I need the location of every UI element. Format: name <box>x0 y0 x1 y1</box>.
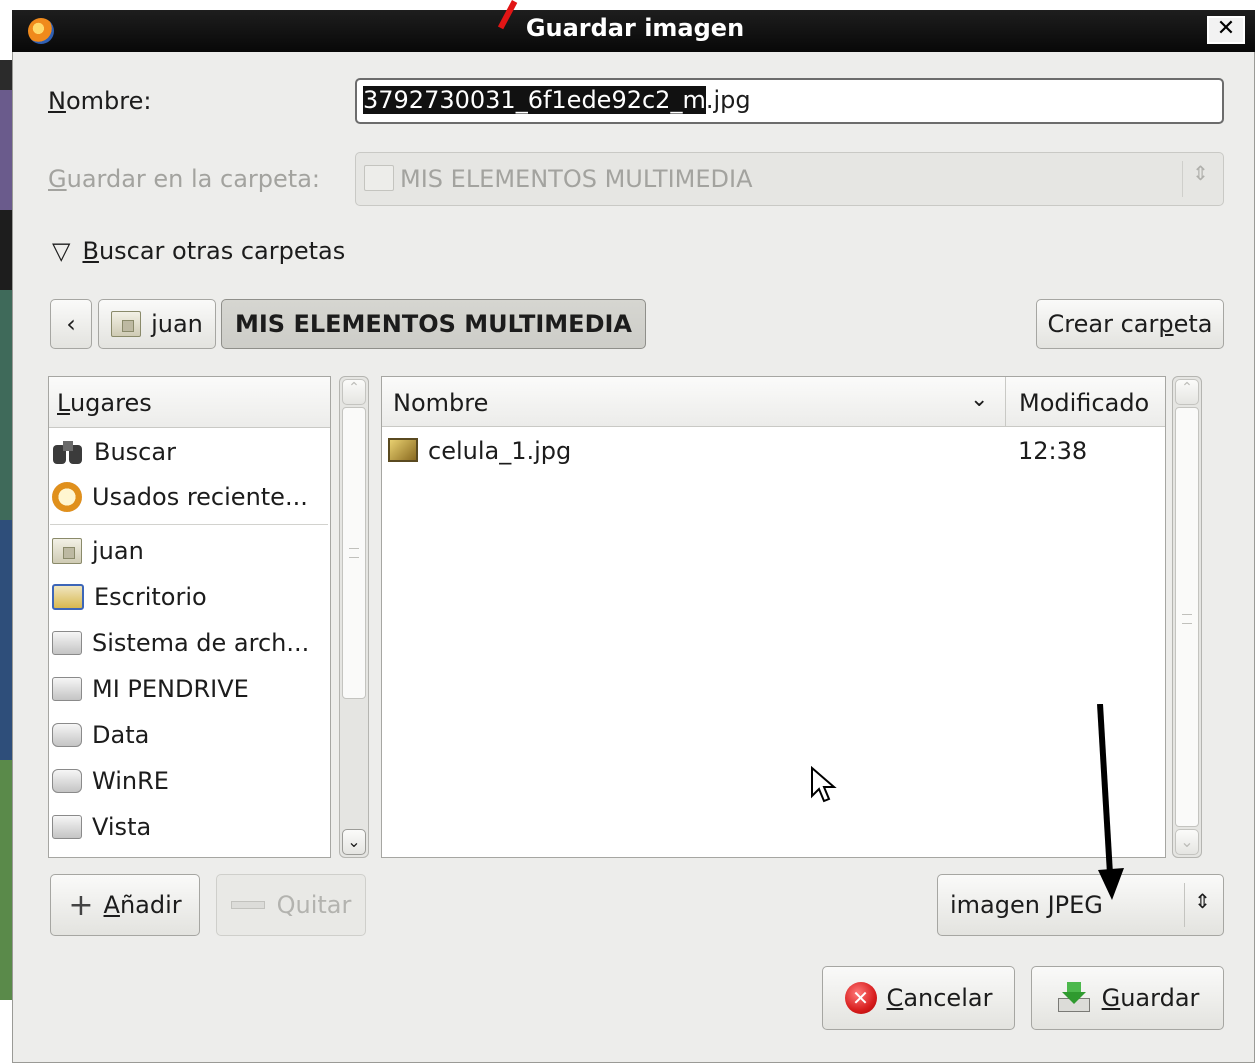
places-item-pendrive[interactable]: MI PENDRIVE <box>52 669 249 709</box>
plus-icon: + <box>68 887 94 923</box>
places-item-home[interactable]: juan <box>52 531 144 571</box>
minus-icon <box>230 901 265 909</box>
file-modified: 12:38 <box>1018 437 1088 465</box>
path-back-button[interactable]: ‹ <box>50 299 92 349</box>
filename-selection: 3792730031_6f1ede92c2_m <box>363 86 706 114</box>
home-folder-icon <box>111 311 142 337</box>
close-button[interactable]: ✕ <box>1207 16 1245 44</box>
file-row[interactable]: celula_1.jpg 12:38 <box>384 430 1164 472</box>
sort-descending-icon: ⌄ <box>970 387 989 412</box>
expander-triangle-icon: ▽ <box>52 237 71 265</box>
filename-extension: .jpg <box>705 86 751 114</box>
column-header-name[interactable]: Nombre ⌄ <box>382 377 1006 427</box>
places-scroll-thumb[interactable] <box>342 407 366 699</box>
binoculars-icon <box>52 439 84 465</box>
file-type-value: imagen JPEG <box>950 891 1103 919</box>
chevron-left-icon: ‹ <box>66 310 76 338</box>
file-name: celula_1.jpg <box>428 437 572 465</box>
scroll-down-icon[interactable]: ⌄ <box>342 829 366 855</box>
column-header-modified[interactable]: Modificado <box>1006 377 1165 427</box>
places-item-search[interactable]: Buscar <box>52 432 176 472</box>
places-item-filesystem[interactable]: Sistema de arch... <box>52 623 309 663</box>
path-crumb-current[interactable]: MIS ELEMENTOS MULTIMEDIA <box>221 299 646 349</box>
save-in-value: MIS ELEMENTOS MULTIMEDIA <box>400 165 753 193</box>
file-type-combo[interactable]: imagen JPEG ⇕ <box>937 874 1224 936</box>
places-item-vista[interactable]: Vista <box>52 807 151 847</box>
home-folder-icon <box>52 538 82 564</box>
save-in-combo: MIS ELEMENTOS MULTIMEDIA ⇕ <box>355 152 1224 206</box>
remove-bookmark-button: Quitar <box>216 874 366 936</box>
places-item-data[interactable]: Data <box>52 715 149 755</box>
places-item-desktop[interactable]: Escritorio <box>52 577 207 617</box>
save-download-icon <box>1056 982 1092 1014</box>
desktop-icon <box>52 584 84 610</box>
browse-expander[interactable]: ▽ Buscar otras carpetas <box>52 237 345 265</box>
filename-input[interactable]: 3792730031_6f1ede92c2_m.jpg <box>355 78 1224 124</box>
path-crumb-juan[interactable]: juan <box>98 299 216 349</box>
filesystem-icon <box>52 631 82 655</box>
drive-icon <box>52 723 82 747</box>
black-annotation-arrow <box>1097 704 1124 900</box>
drive-icon <box>52 815 82 839</box>
image-file-icon <box>388 438 418 462</box>
cancel-button[interactable]: ✕ Cancelar <box>822 966 1015 1030</box>
places-separator <box>50 524 328 525</box>
scroll-up-icon[interactable]: ⌃ <box>342 379 366 405</box>
add-bookmark-button[interactable]: + Añadir <box>50 874 200 936</box>
save-button[interactable]: Guardar <box>1031 966 1224 1030</box>
files-scrollbar[interactable]: ⌃ ⌄ <box>1172 376 1202 858</box>
window-title: Guardar imagen <box>525 14 745 42</box>
places-item-winre[interactable]: WinRE <box>52 761 169 801</box>
places-item-recent[interactable]: Usados reciente... <box>52 477 308 517</box>
firefox-icon <box>28 18 54 44</box>
mouse-pointer-icon <box>811 766 837 803</box>
browse-label: Buscar otras carpetas <box>82 237 346 265</box>
recent-icon <box>52 482 82 512</box>
places-scrollbar[interactable]: ⌃ ⌄ <box>339 376 369 858</box>
drive-icon <box>52 677 82 701</box>
folder-icon <box>364 165 394 191</box>
combo-arrows-icon: ⇕ <box>1194 889 1211 913</box>
combo-arrows-icon: ⇕ <box>1192 161 1209 185</box>
create-folder-button[interactable]: Crear car p eta <box>1036 299 1224 349</box>
crumb-label: MIS ELEMENTOS MULTIMEDIA <box>234 310 632 338</box>
drive-icon <box>52 769 82 793</box>
scroll-up-icon[interactable]: ⌃ <box>1175 379 1199 405</box>
cancel-icon: ✕ <box>844 982 877 1014</box>
crumb-label: juan <box>151 310 203 338</box>
name-label: Nombre: <box>48 87 152 115</box>
scroll-down-icon[interactable]: ⌄ <box>1175 829 1199 855</box>
places-header[interactable]: Lugares <box>49 377 330 428</box>
files-scroll-thumb[interactable] <box>1175 407 1199 827</box>
save-in-label: Guardar en la carpeta: <box>48 165 320 193</box>
